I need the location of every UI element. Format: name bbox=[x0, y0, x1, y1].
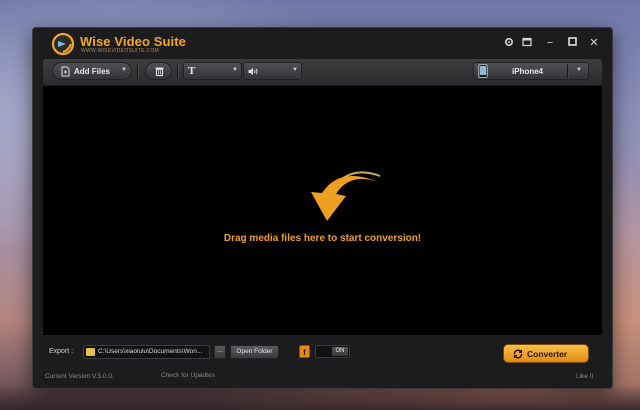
toolbar-divider bbox=[177, 64, 179, 78]
title-bar: Wise Video Suite WWW.WISEVIDEOSUITE.COM … bbox=[33, 28, 612, 58]
convert-label: Converter bbox=[527, 349, 568, 359]
facebook-icon[interactable]: f bbox=[299, 345, 310, 358]
add-files-label: Add Files bbox=[74, 67, 111, 76]
app-title: Wise Video Suite bbox=[80, 34, 186, 49]
export-label: Export : bbox=[49, 348, 74, 355]
chevron-down-icon[interactable]: ▼ bbox=[576, 67, 582, 73]
app-logo-icon bbox=[51, 32, 75, 56]
close-button[interactable]: ✕ bbox=[588, 37, 600, 49]
convert-button[interactable]: Converter bbox=[503, 344, 589, 363]
phone-icon bbox=[478, 64, 488, 78]
chevron-down-icon[interactable]: ▼ bbox=[232, 67, 238, 73]
trash-icon bbox=[155, 67, 164, 76]
skin-icon[interactable] bbox=[521, 37, 533, 49]
convert-icon bbox=[513, 349, 523, 359]
export-path-text: C:\Users\xiaolulu\Documents\Won... bbox=[98, 348, 203, 355]
delete-button[interactable] bbox=[145, 62, 172, 80]
export-path-field[interactable]: C:\Users\xiaolulu\Documents\Won... bbox=[83, 345, 210, 359]
drop-zone[interactable]: Drag media files here to start conversio… bbox=[43, 86, 602, 335]
check-updates-link[interactable]: Check for Upadtes bbox=[161, 372, 215, 379]
audio-track-dropdown[interactable]: ▼ bbox=[243, 62, 302, 80]
status-footer: Current Version:V.5.0.0. Check for Upadt… bbox=[33, 371, 612, 385]
add-file-icon bbox=[61, 66, 70, 77]
bottom-bar: Export : C:\Users\xiaolulu\Documents\Won… bbox=[43, 340, 602, 364]
maximize-button[interactable] bbox=[566, 37, 578, 49]
speaker-icon bbox=[248, 67, 258, 76]
add-files-button[interactable]: Add Files ▼ bbox=[52, 62, 132, 80]
app-website: WWW.WISEVIDEOSUITE.COM bbox=[81, 48, 159, 54]
chevron-down-icon[interactable]: ▼ bbox=[292, 67, 298, 73]
version-text: Current Version:V.5.0.0. bbox=[45, 373, 114, 380]
like-link[interactable]: Like It bbox=[576, 373, 593, 380]
subtitle-dropdown[interactable]: T ▼ bbox=[183, 62, 242, 80]
dropdown-divider bbox=[567, 64, 569, 78]
browse-button[interactable]: ... bbox=[214, 345, 226, 359]
svg-text:f: f bbox=[303, 348, 306, 357]
share-toggle[interactable]: ON bbox=[315, 345, 350, 358]
drop-hint: Drag media files here to start conversio… bbox=[223, 233, 422, 244]
app-window: Wise Video Suite WWW.WISEVIDEOSUITE.COM … bbox=[32, 27, 613, 389]
toolbar-divider bbox=[137, 64, 139, 78]
open-folder-button[interactable]: Open Folder bbox=[230, 345, 279, 359]
chevron-down-icon[interactable]: ▼ bbox=[121, 67, 127, 73]
gear-icon[interactable] bbox=[503, 37, 515, 49]
profile-device-label: iPhone4 bbox=[512, 67, 544, 76]
output-profile-dropdown[interactable]: iPhone4 ▼ bbox=[473, 62, 589, 80]
text-icon: T bbox=[188, 65, 196, 77]
minimize-button[interactable]: − bbox=[544, 37, 556, 49]
folder-icon bbox=[86, 348, 95, 356]
toggle-state: ON bbox=[332, 347, 348, 356]
curved-arrow-icon bbox=[311, 171, 381, 221]
toolbar: Add Files ▼ T ▼ ▼ iPhone4 ▼ bbox=[43, 59, 602, 85]
